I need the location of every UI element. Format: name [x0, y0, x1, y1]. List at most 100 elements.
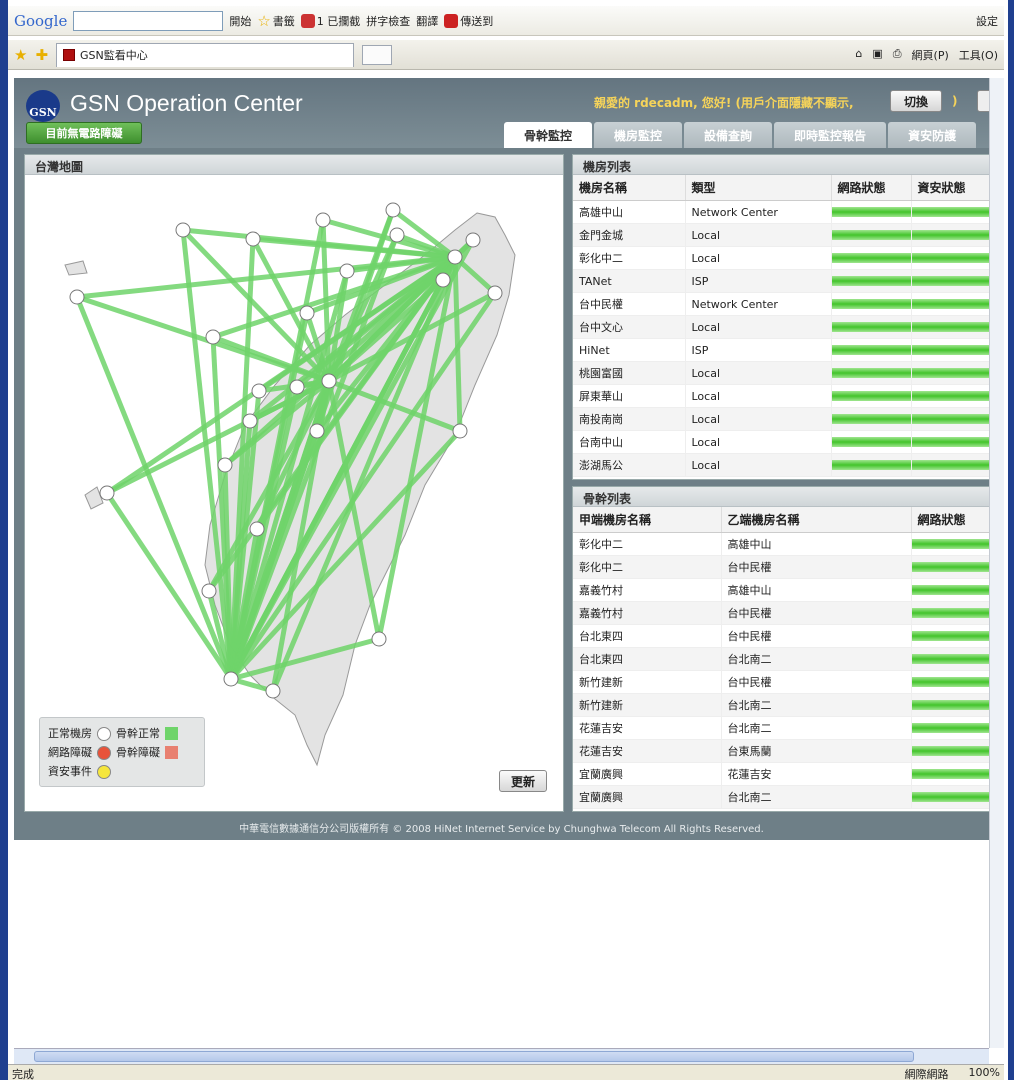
room-node[interactable]	[69, 289, 85, 305]
room-node[interactable]	[487, 285, 503, 301]
room-node[interactable]	[465, 232, 481, 248]
net-fault-icon	[97, 745, 111, 760]
table-row[interactable]: 新竹建新 台北南二	[573, 693, 991, 717]
room-node[interactable]	[205, 329, 221, 345]
print-icon[interactable]: ⎙	[893, 47, 902, 63]
table-row[interactable]: 彰化中二 Local	[573, 246, 991, 270]
room-node[interactable]	[201, 583, 217, 599]
table-row[interactable]: HiNet ISP	[573, 338, 991, 362]
room-node[interactable]	[245, 231, 261, 247]
room-node[interactable]	[447, 249, 463, 265]
table-row[interactable]: 台南中山 Local	[573, 430, 991, 454]
table-row[interactable]: 屏東華山 Local	[573, 384, 991, 408]
room-type: Network Center	[685, 200, 832, 224]
room-node[interactable]	[175, 222, 191, 238]
table-row[interactable]: 花蓮吉安 台東馬蘭	[573, 739, 991, 763]
col-b-end[interactable]: 乙端機房名稱	[721, 507, 912, 533]
refresh-button[interactable]: 更新	[499, 770, 547, 792]
bookmarks-button[interactable]: ☆ 書籤	[257, 12, 294, 30]
room-node[interactable]	[299, 305, 315, 321]
table-row[interactable]: 花蓮吉安 台北南二	[573, 716, 991, 740]
table-row[interactable]: 宜蘭廣興 花蓮吉安	[573, 762, 991, 786]
room-node[interactable]	[339, 263, 355, 279]
table-row[interactable]: 澎湖馬公 Local	[573, 453, 991, 477]
b-end-name: 台北南二	[721, 785, 912, 809]
room-node[interactable]	[217, 457, 233, 473]
table-row[interactable]: 金門金城 Local	[573, 223, 991, 247]
page-menu[interactable]: 網頁(P)	[912, 47, 949, 63]
table-row[interactable]: 台北東四 台中民權	[573, 624, 991, 648]
new-tab-button[interactable]	[362, 44, 393, 65]
room-node[interactable]	[389, 227, 405, 243]
room-node[interactable]	[321, 373, 337, 389]
settings-button[interactable]: 設定	[976, 13, 998, 29]
trunk-line[interactable]	[180, 229, 234, 680]
sec-status-bar	[911, 246, 991, 270]
table-row[interactable]: 嘉義竹村 高雄中山	[573, 578, 991, 602]
browser-tab[interactable]: GSN監看中心	[56, 42, 355, 67]
table-row[interactable]: 台北東四 台北南二	[573, 647, 991, 671]
taiwan-map[interactable]	[25, 175, 563, 811]
table-row[interactable]: TANet ISP	[573, 269, 991, 293]
translate-button[interactable]: 翻譯	[416, 13, 438, 29]
col-a-end[interactable]: 甲端機房名稱	[573, 507, 722, 533]
vertical-scrollbar[interactable]	[989, 78, 1004, 1048]
table-row[interactable]: 桃園富國 Local	[573, 361, 991, 385]
tab-equipment[interactable]: 設備查詢	[684, 122, 773, 148]
table-row[interactable]: 台中文心 Local	[573, 315, 991, 339]
scroll-thumb[interactable]	[34, 1051, 914, 1062]
table-row[interactable]: 新竹建新 台中民權	[573, 670, 991, 694]
favorites-star-icon[interactable]: ★	[14, 46, 27, 64]
add-favorite-icon[interactable]: ✚	[35, 46, 48, 64]
col-net-status[interactable]: 網路狀態	[831, 175, 912, 201]
room-node[interactable]	[223, 671, 239, 687]
room-node[interactable]	[242, 413, 258, 429]
col-sec-status[interactable]: 資安狀態	[911, 175, 991, 201]
circuit-status-button[interactable]: 目前無電路障礙	[26, 122, 142, 144]
room-node[interactable]	[385, 202, 401, 218]
greeting-close-paren: )	[952, 94, 958, 108]
room-node[interactable]	[249, 521, 265, 537]
net-status-bar	[831, 361, 912, 385]
tab-reports[interactable]: 即時監控報告	[774, 122, 887, 148]
google-search-input[interactable]	[73, 10, 224, 31]
room-node[interactable]	[309, 423, 325, 439]
col-room-name[interactable]: 機房名稱	[573, 175, 686, 201]
trunk-line[interactable]	[74, 296, 234, 680]
room-node[interactable]	[371, 631, 387, 647]
table-row[interactable]: 高雄中山 Network Center	[573, 200, 991, 224]
horizontal-scrollbar[interactable]	[14, 1048, 989, 1064]
net-status-bar	[831, 407, 912, 431]
table-row[interactable]: 彰化中二 台中民權	[573, 555, 991, 579]
room-node[interactable]	[289, 379, 305, 395]
tools-menu[interactable]: 工具(O)	[959, 47, 998, 63]
home-icon[interactable]: ⌂	[855, 47, 862, 63]
room-node[interactable]	[315, 212, 331, 228]
room-node[interactable]	[452, 423, 468, 439]
copyright-footer: 中華電信數據通信分公司版權所有 © 2008 HiNet Internet Se…	[239, 824, 764, 835]
spellcheck-button[interactable]: 拼字檢查	[366, 13, 410, 29]
tab-backbone[interactable]: 骨幹監控	[504, 122, 593, 148]
start-button[interactable]: 開始	[229, 13, 251, 29]
room-type: Local	[685, 453, 832, 477]
col-trunk-status[interactable]: 網路狀態	[911, 507, 991, 533]
tab-security[interactable]: 資安防護	[888, 122, 977, 148]
room-node[interactable]	[99, 485, 115, 501]
room-node[interactable]	[265, 683, 281, 699]
table-row[interactable]: 南投南崗 Local	[573, 407, 991, 431]
table-row[interactable]: 彰化中二 高雄中山	[573, 532, 991, 556]
col-type[interactable]: 類型	[685, 175, 832, 201]
tab-rooms[interactable]: 機房監控	[594, 122, 683, 148]
table-row[interactable]: 嘉義竹村 台中民權	[573, 601, 991, 625]
switch-button[interactable]: 切換	[890, 90, 942, 112]
feeds-icon[interactable]: ▣	[872, 47, 882, 63]
zoom-level[interactable]: 100%	[969, 1066, 1000, 1079]
table-row[interactable]: 宜蘭廣興 台北南二	[573, 785, 991, 809]
table-row[interactable]: 台中民權 Network Center	[573, 292, 991, 316]
room-node[interactable]	[251, 383, 267, 399]
popup-blocked-button[interactable]: 1 已攔截	[300, 13, 360, 29]
room-node[interactable]	[435, 272, 451, 288]
send-to-button[interactable]: 傳送到	[444, 13, 493, 29]
sec-status-bar	[911, 338, 991, 362]
sec-status-bar	[911, 315, 991, 339]
